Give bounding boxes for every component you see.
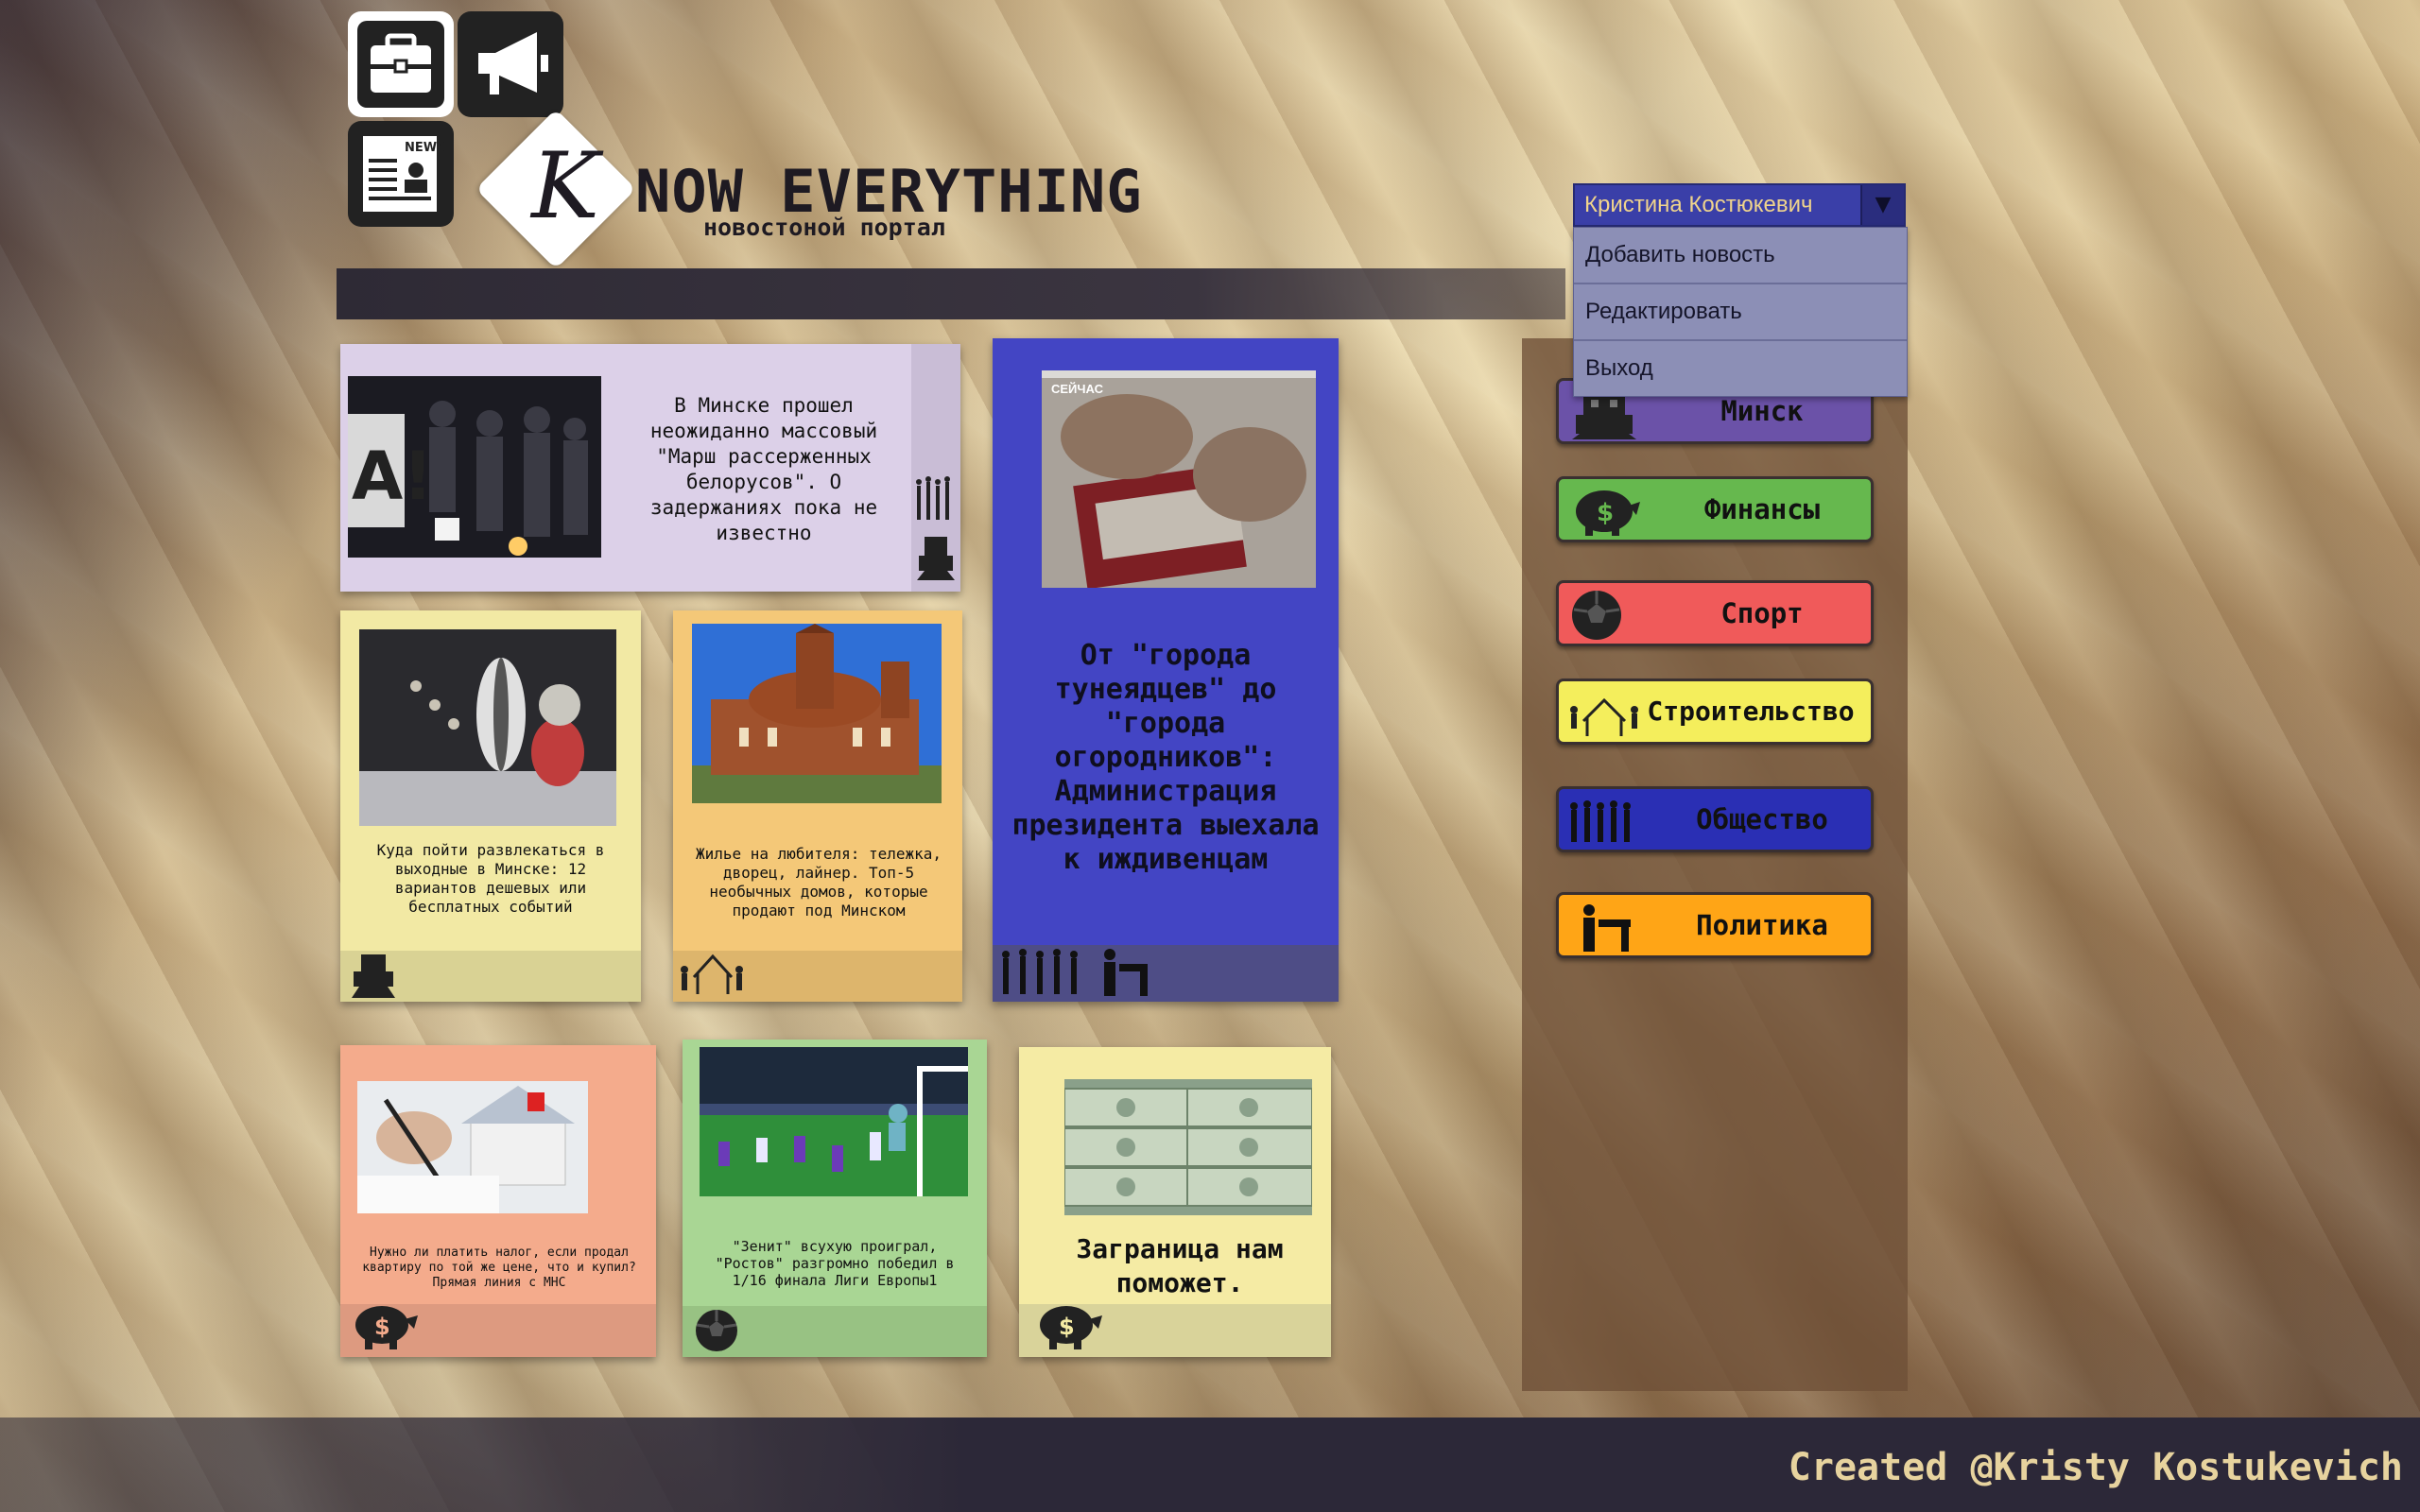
crowd-icon xyxy=(998,947,1085,998)
news-headline: От "города тунеядцев" до "города огородн… xyxy=(1011,639,1320,876)
news-image: СЕЙЧАС xyxy=(1042,370,1316,588)
piggy-bank-icon: $ xyxy=(348,1298,420,1351)
navigation-bar xyxy=(337,268,1565,319)
briefcase-icon[interactable] xyxy=(348,11,454,117)
svg-text:NEWS: NEWS xyxy=(405,141,445,155)
category-label: Политика xyxy=(1696,909,1828,941)
category-society[interactable]: Общество xyxy=(1556,786,1874,852)
piggy-bank-icon: $ xyxy=(1032,1298,1104,1351)
user-menu: Добавить новость Редактировать Выход xyxy=(1573,227,1908,397)
image-caption: СЕЙЧАС xyxy=(1051,382,1103,396)
category-label: Общество xyxy=(1696,803,1828,835)
news-headline: Заграница нам поможет. xyxy=(1076,1233,1284,1298)
site-subtitle: новостоной портал xyxy=(703,214,945,241)
news-card[interactable]: Заграница нам поможет. $ xyxy=(1019,1047,1331,1357)
soccer-ball-icon xyxy=(694,1308,739,1353)
news-card-featured[interactable]: СЕЙЧАС От "города тунеядцев" до "города … xyxy=(993,338,1339,1002)
news-headline: В Минске прошел неожиданно массовый "Мар… xyxy=(649,394,878,544)
crowd-icon xyxy=(1566,795,1642,848)
building-icon xyxy=(348,951,399,998)
category-politics[interactable]: Политика xyxy=(1556,892,1874,958)
category-label: Спорт xyxy=(1720,597,1804,629)
piggy-bank-icon: $ xyxy=(1566,485,1642,538)
speaker-icon xyxy=(1095,947,1153,998)
news-image xyxy=(692,624,942,803)
category-finance[interactable]: $ Финансы xyxy=(1556,476,1874,542)
news-headline: "Зенит" всухую проиграл, "Ростов" разгро… xyxy=(715,1238,955,1289)
construction-icon xyxy=(1566,687,1642,740)
category-construction[interactable]: Строительство xyxy=(1556,679,1874,745)
soccer-ball-icon xyxy=(1566,589,1642,642)
news-headline: Нужно ли платить налог, если продал квар… xyxy=(362,1246,636,1290)
chevron-down-icon[interactable]: ▼ xyxy=(1860,185,1904,225)
news-headline: Куда пойти развлекаться в выходные в Мин… xyxy=(376,841,605,916)
category-label: Строительство xyxy=(1647,696,1855,727)
category-label: Финансы xyxy=(1703,493,1821,525)
news-card[interactable]: Куда пойти развлекаться в выходные в Мин… xyxy=(340,610,641,1002)
username: Кристина Костюкевич xyxy=(1584,192,1813,217)
logo-letter: K xyxy=(531,133,599,239)
footer-credit: Created @Kristy Kostukevich xyxy=(1788,1446,2403,1489)
news-image xyxy=(700,1047,968,1196)
speaker-icon xyxy=(1566,901,1642,954)
news-card[interactable]: Нужно ли платить налог, если продал квар… xyxy=(340,1045,656,1357)
menu-edit[interactable]: Редактировать xyxy=(1574,284,1907,341)
crowd-icon xyxy=(913,476,959,524)
news-card[interactable]: Жилье на любителя: тележка, дворец, лайн… xyxy=(673,610,962,1002)
menu-logout[interactable]: Выход xyxy=(1574,341,1907,396)
user-dropdown[interactable]: Кристина Костюкевич ▼ xyxy=(1573,183,1906,227)
news-headline: Жилье на любителя: тележка, дворец, лайн… xyxy=(695,845,942,919)
menu-add-news[interactable]: Добавить новость xyxy=(1574,228,1907,284)
news-image: А! xyxy=(348,376,601,558)
megaphone-icon[interactable] xyxy=(458,11,563,117)
news-image xyxy=(1064,1079,1312,1215)
category-sport[interactable]: Спорт xyxy=(1556,580,1874,646)
svg-text:А!: А! xyxy=(352,438,433,515)
svg-text:$: $ xyxy=(1059,1314,1075,1340)
newspaper-icon[interactable]: NEWS xyxy=(348,121,454,227)
news-image xyxy=(359,629,616,826)
news-image xyxy=(357,1081,588,1213)
building-icon xyxy=(915,533,957,580)
svg-text:$: $ xyxy=(1597,499,1614,527)
svg-text:$: $ xyxy=(374,1314,390,1340)
news-card[interactable]: А! В Минске прошел неожиданно массовый "… xyxy=(340,344,960,592)
construction-icon xyxy=(679,947,745,998)
news-card[interactable]: "Зенит" всухую проиграл, "Ростов" разгро… xyxy=(683,1040,987,1357)
